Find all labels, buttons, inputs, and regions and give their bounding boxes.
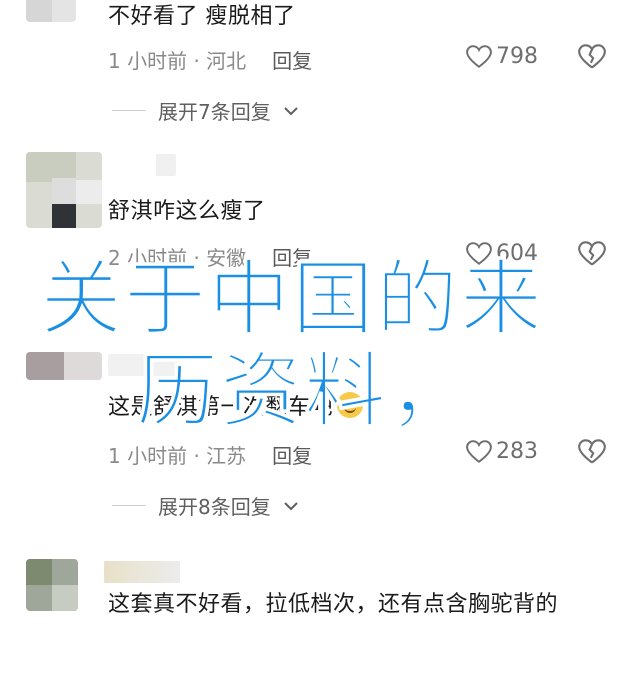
expand-replies-label: 展开8条回复 (158, 495, 271, 519)
heart-icon (466, 44, 492, 68)
expand-replies-button[interactable]: 展开8条回复 (112, 491, 299, 520)
broken-heart-icon (578, 44, 606, 69)
expand-replies-label: 展开7条回复 (158, 100, 271, 124)
broken-heart-icon (578, 241, 606, 266)
like-button[interactable]: 283 (466, 439, 538, 464)
comment-text: 这套真不好看，拉低档次，还有点含胸驼背的 (108, 592, 559, 617)
divider-line (112, 110, 146, 111)
like-count: 798 (496, 44, 538, 69)
broken-heart-icon (578, 439, 606, 464)
like-button[interactable]: 798 (466, 44, 538, 69)
divider-line (112, 505, 146, 506)
comment-meta: 1 小时前 · 江苏 回复 (108, 440, 312, 469)
expand-replies-button[interactable]: 展开7条回复 (112, 96, 299, 125)
comment-text: 不好看了 瘦脱相了 (108, 4, 296, 29)
comment-text: 舒淇咋这么瘦了 (108, 199, 266, 224)
username[interactable] (156, 154, 176, 176)
heart-icon (466, 439, 492, 463)
dislike-button[interactable] (578, 241, 606, 271)
dislike-button[interactable] (578, 439, 606, 469)
comment-time: 1 小时前 · 河北 (108, 49, 247, 73)
comment-item: 这套真不好看，拉低档次，还有点含胸驼背的 (0, 555, 640, 675)
avatar[interactable] (26, 352, 102, 380)
chevron-down-icon (284, 106, 298, 115)
comment-meta: 1 小时前 · 河北 回复 (108, 45, 312, 74)
username[interactable] (104, 561, 180, 583)
overlay-title-line1: 关于中国的来 (39, 252, 545, 348)
chevron-down-icon (284, 501, 298, 510)
avatar[interactable] (26, 0, 76, 22)
reply-button[interactable]: 回复 (272, 444, 312, 468)
reply-button[interactable]: 回复 (272, 49, 312, 73)
avatar[interactable] (26, 152, 102, 228)
comment-item: 不好看了 瘦脱相了 1 小时前 · 河北 回复 798 展开7条回复 (0, 0, 640, 140)
dislike-button[interactable] (578, 44, 606, 74)
like-count: 283 (496, 439, 538, 464)
comment-time: 1 小时前 · 江苏 (108, 444, 247, 468)
overlay-title-line2: 历资料， (135, 344, 473, 440)
avatar[interactable] (26, 559, 78, 611)
